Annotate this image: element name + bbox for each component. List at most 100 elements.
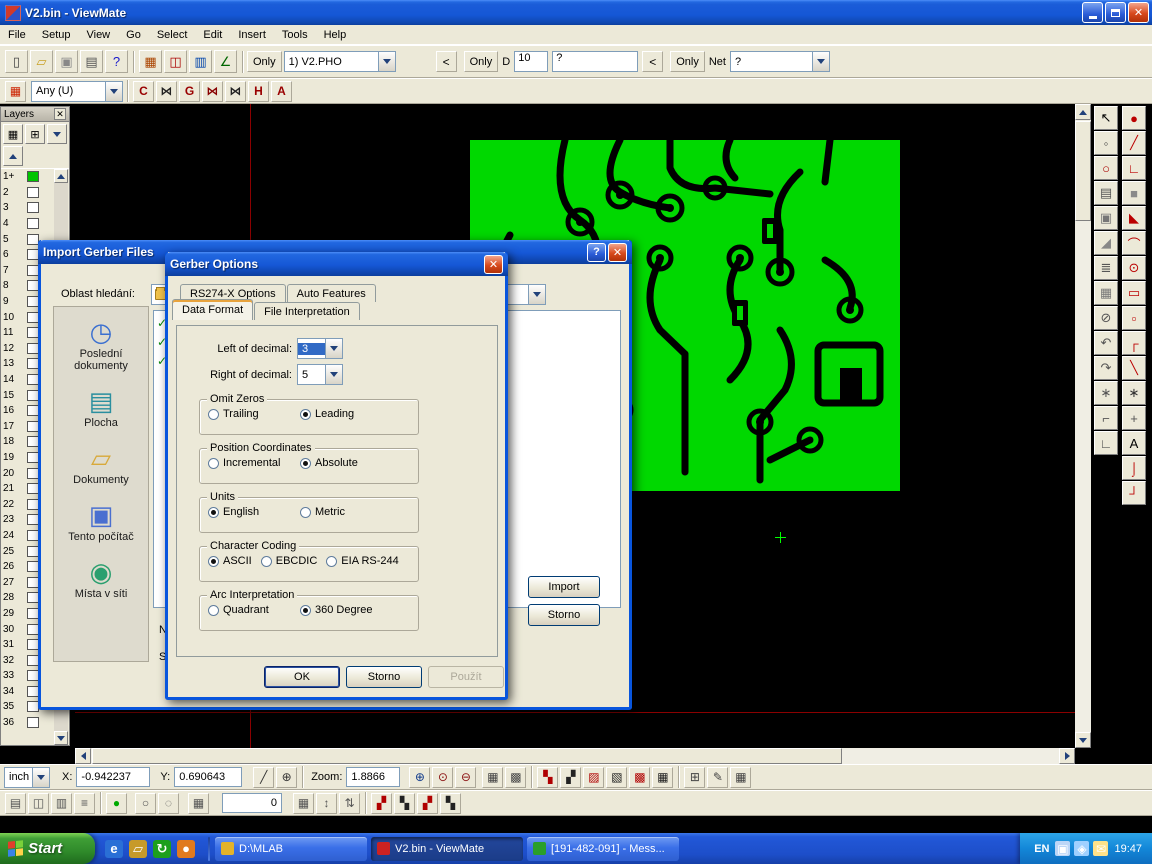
layer-table-icon[interactable]: ▥ (189, 50, 212, 73)
zoom-point-icon[interactable]: ◦ (1094, 131, 1118, 155)
radio-option[interactable]: Leading (300, 408, 392, 420)
tray-app1-icon[interactable]: ◈ (1074, 841, 1089, 856)
dim-tool-icon[interactable]: ⌡ (1122, 456, 1146, 480)
asterisk-tool-icon[interactable]: ∗ (1094, 381, 1118, 405)
units-combo[interactable]: inch (4, 767, 50, 788)
only-layer-toggle[interactable]: Only (247, 51, 282, 72)
pattern4-icon[interactable]: ▧ (606, 767, 627, 788)
layers-table-button[interactable]: ⊞ (25, 124, 45, 144)
open-file-icon[interactable]: ▱ (30, 50, 53, 73)
menu-item[interactable]: Setup (34, 27, 79, 43)
vertical-scroll-thumb[interactable] (1075, 121, 1091, 221)
radio-option[interactable]: Quadrant (208, 604, 300, 616)
zoom-out-icon[interactable]: ⊖ (455, 767, 476, 788)
horizontal-scrollbar[interactable] (75, 748, 1075, 764)
radio-option[interactable]: English (208, 506, 300, 518)
bowtie3-aperture-button[interactable]: ⋈ (225, 81, 246, 102)
grid-edit-icon[interactable]: ⊞ (684, 767, 705, 788)
start-button[interactable]: Start (0, 833, 95, 864)
documents[interactable]: ▱ Dokumenty (56, 445, 146, 486)
aperture-filter-arrow[interactable] (105, 82, 122, 101)
units-combo-arrow[interactable] (32, 768, 49, 787)
menu-item[interactable]: Edit (195, 27, 230, 43)
layer-prev-button[interactable]: < (436, 51, 457, 72)
menu-item[interactable]: Select (149, 27, 196, 43)
radio-option[interactable]: Incremental (208, 457, 300, 469)
dcode-query-input[interactable]: ? (552, 51, 638, 72)
dcode-list-icon[interactable]: ◫ (164, 50, 187, 73)
scroll-right-icon[interactable] (1059, 748, 1075, 764)
layer-swatch[interactable] (27, 218, 39, 229)
radio-option[interactable]: Absolute (300, 457, 392, 469)
bowtie2-aperture-button[interactable]: ⋈ (202, 81, 223, 102)
text-tool-icon[interactable]: A (1122, 431, 1146, 455)
aperture-grid-icon[interactable]: ▦ (5, 81, 26, 102)
menu-item[interactable]: File (0, 27, 34, 43)
pattern6-icon[interactable]: ▦ (652, 767, 673, 788)
highlight-toggle-icon[interactable]: ● (106, 793, 127, 814)
network[interactable]: ◉ Místa v síti (56, 559, 146, 600)
circle-aperture-button[interactable]: C (133, 81, 154, 102)
padmode3-icon[interactable]: ▞ (417, 793, 438, 814)
pattern2-icon[interactable]: ▞ (560, 767, 581, 788)
radio-option[interactable]: EIA RS-244 (326, 555, 398, 567)
layer-combo[interactable]: 1) V2.PHO (284, 51, 396, 72)
draw-target-icon[interactable]: ⊙ (1122, 256, 1146, 280)
grid-view-icon[interactable]: ▦ (482, 767, 503, 788)
language-bar-icon[interactable]: ▣ (1055, 841, 1070, 856)
bowtie-aperture-button[interactable]: ⋈ (156, 81, 177, 102)
layers-move-down-button[interactable] (47, 124, 67, 144)
radio-option[interactable]: ASCII (208, 555, 252, 567)
browser-quicklaunch-icon[interactable]: ● (177, 840, 195, 858)
radio-option[interactable]: 360 Degree (300, 604, 392, 616)
dcode-prev-button[interactable]: < (642, 51, 663, 72)
settings-tool-icon[interactable]: ∗ (1122, 381, 1146, 405)
left-of-decimal-arrow[interactable] (325, 339, 342, 358)
hook-tool-icon[interactable]: ⌐ (1094, 406, 1118, 430)
ok-button[interactable]: OK (264, 666, 340, 688)
recent-documents[interactable]: ◷ Poslední dokumenty (56, 319, 146, 372)
draw-triangle-icon[interactable]: ◣ (1122, 206, 1146, 230)
pattern5-icon[interactable]: ▩ (629, 767, 650, 788)
radio-option[interactable]: Metric (300, 506, 392, 518)
import-help-button[interactable]: ? (587, 243, 606, 262)
layer-swatch[interactable] (27, 202, 39, 213)
menu-item[interactable]: Help (316, 27, 355, 43)
draw-angle-icon[interactable]: ∟ (1122, 156, 1146, 180)
restore-button[interactable] (1105, 2, 1126, 23)
aperture-table-icon[interactable]: ▦ (139, 50, 162, 73)
task-button[interactable]: [191-482-091] - Mess... (527, 837, 679, 861)
scroll-down-icon[interactable] (1075, 732, 1091, 748)
cells4-icon[interactable]: ≡ (74, 793, 95, 814)
probe-tool-icon[interactable]: + (1122, 406, 1146, 430)
lasso2-icon[interactable]: ◌ (158, 793, 179, 814)
import-button[interactable]: Import (528, 576, 600, 598)
save-icon[interactable]: ▣ (55, 50, 78, 73)
lines-icon[interactable]: ≣ (1094, 256, 1118, 280)
net-combo-arrow[interactable] (812, 52, 829, 71)
context-help-icon[interactable]: ? (105, 50, 128, 73)
null-select-icon[interactable]: ⊘ (1094, 306, 1118, 330)
layer-rows-icon[interactable]: ▤ (1094, 181, 1118, 205)
anchor-icon[interactable]: ↕ (316, 793, 337, 814)
draw-rect-icon[interactable]: ▭ (1122, 281, 1146, 305)
layers-grid-button[interactable]: ▦ (3, 124, 23, 144)
draw-trace-icon[interactable]: ╱ (1122, 131, 1146, 155)
layers-close-icon[interactable]: ✕ (54, 108, 66, 120)
dcode-table-icon[interactable]: ▦ (188, 793, 209, 814)
swap-icon[interactable]: ⇅ (339, 793, 360, 814)
draw-corner-icon[interactable]: ┌ (1122, 331, 1146, 355)
wedge-icon[interactable]: ◢ (1094, 231, 1118, 255)
right-of-decimal-arrow[interactable] (325, 365, 342, 384)
padmode1-icon[interactable]: ▞ (371, 793, 392, 814)
task-button[interactable]: D:\MLAB (215, 837, 367, 861)
folder-quicklaunch-icon[interactable]: ▱ (129, 840, 147, 858)
grid-dense-icon[interactable]: ▩ (505, 767, 526, 788)
refresh-quicklaunch-icon[interactable]: ↻ (153, 840, 171, 858)
hatch-icon[interactable]: ▦ (1094, 281, 1118, 305)
scroll-up-icon[interactable] (1075, 104, 1091, 120)
print-icon[interactable]: ▤ (80, 50, 103, 73)
lasso1-icon[interactable]: ○ (135, 793, 156, 814)
tab[interactable]: Auto Features (287, 284, 376, 302)
ie-quicklaunch-icon[interactable]: e (105, 840, 123, 858)
